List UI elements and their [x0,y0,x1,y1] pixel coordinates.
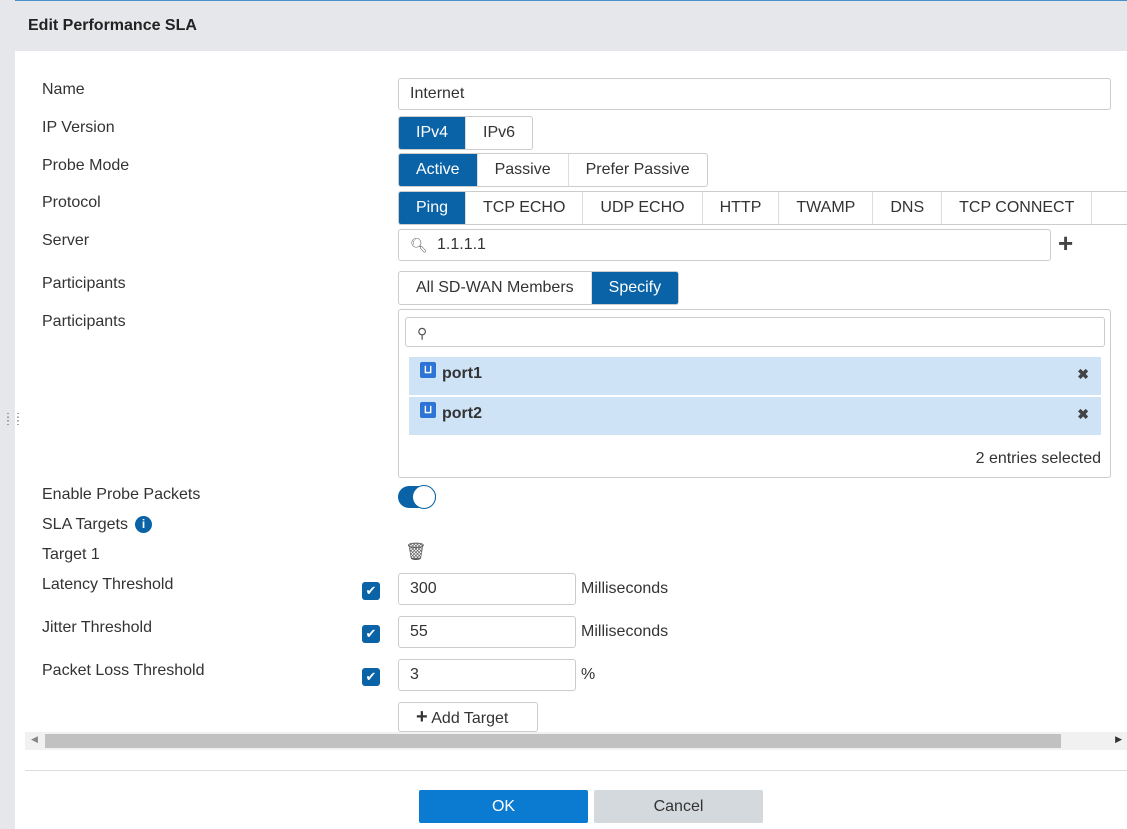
protocol-tcp-connect[interactable]: TCP CONNECT [942,192,1093,224]
protocol-label: Protocol [42,194,101,211]
protocol-tcp-echo[interactable]: TCP ECHO [466,192,584,224]
entries-selected-count: 2 entries selected [975,450,1101,467]
latency-label: Latency Threshold [42,576,174,593]
jitter-checkbox[interactable]: ✔ [362,625,380,643]
participant-name: port1 [442,365,482,382]
protocol-dns[interactable]: DNS [873,192,943,224]
participants-list: ⚲ ⊔ port1 ✖ ⊔ port2 ✖ 2 entries selected [398,309,1111,478]
add-target-button[interactable]: + Add Target [398,702,538,732]
scroll-left-icon[interactable]: ◀ [31,734,38,745]
protocol-toggle: Ping TCP ECHO UDP ECHO HTTP TWAMP DNS TC… [398,191,1127,225]
trash-icon[interactable]: 🗑︎ [405,542,427,562]
jitter-input[interactable]: 55 [398,616,576,648]
footer-divider [25,770,1127,771]
protocol-twamp[interactable]: TWAMP [779,192,874,224]
latency-unit: Milliseconds [581,580,669,597]
participants-specify[interactable]: Specify [591,272,679,304]
name-label: Name [42,81,85,98]
search-icon: ⚲ [417,325,428,341]
side-panel-handle[interactable]: ⋮⋮ ⋮⋮ [0,0,23,829]
server-input[interactable]: 🔍︎ 1.1.1.1 [398,229,1051,261]
scroll-right-icon[interactable]: ▶ [1115,734,1122,745]
probe-mode-active[interactable]: Active [399,154,478,186]
cancel-button[interactable]: Cancel [594,790,763,823]
sla-targets-label: SLA Targets [42,516,128,533]
probe-mode-prefer-passive[interactable]: Prefer Passive [569,154,707,186]
port-icon: ⊔ [420,402,436,418]
participants-search-input[interactable]: ⚲ [405,317,1105,347]
horizontal-scrollbar[interactable]: ◀ ▶ [25,732,1127,750]
drag-grip-icon[interactable]: ⋮⋮ ⋮⋮ [3,413,23,427]
dialog-title: Edit Performance SLA [28,17,197,34]
dialog-header: Edit Performance SLA [15,0,1127,51]
latency-input[interactable]: 300 [398,573,576,605]
enable-probe-toggle[interactable] [398,485,436,509]
participants-all-members[interactable]: All SD-WAN Members [399,272,592,304]
probe-mode-passive[interactable]: Passive [478,154,569,186]
info-icon[interactable]: i [135,516,152,533]
port-icon: ⊔ [420,362,436,378]
participants-mode-label: Participants [42,275,126,292]
scrollbar-thumb[interactable] [45,734,1061,748]
protocol-udp-echo[interactable]: UDP ECHO [583,192,703,224]
participant-item[interactable]: ⊔ port2 ✖ [409,397,1101,435]
search-address-icon: 🔍︎ [410,237,428,253]
ok-button[interactable]: OK [419,790,588,823]
add-target-label: Add Target [431,710,509,727]
ip-version-toggle: IPv4 IPv6 [398,116,534,150]
remove-icon[interactable]: ✖ [1077,397,1089,431]
server-value: 1.1.1.1 [437,236,486,253]
packet-loss-checkbox[interactable]: ✔ [362,668,380,686]
server-label: Server [42,232,90,249]
protocol-ping[interactable]: Ping [399,192,467,224]
ip-version-ipv4[interactable]: IPv4 [399,117,467,149]
participant-item[interactable]: ⊔ port1 ✖ [409,357,1101,395]
enable-probe-label: Enable Probe Packets [42,486,201,503]
packet-loss-unit: % [581,666,596,683]
probe-mode-label: Probe Mode [42,157,130,174]
ip-version-ipv6[interactable]: IPv6 [466,117,532,149]
probe-mode-toggle: Active Passive Prefer Passive [398,153,708,187]
jitter-label: Jitter Threshold [42,619,152,636]
packet-loss-label: Packet Loss Threshold [42,662,205,679]
participants-mode-toggle: All SD-WAN Members Specify [398,271,680,305]
participant-name: port2 [442,405,482,422]
participants-label: Participants [42,313,126,330]
add-server-plus-icon[interactable]: + [1058,228,1073,259]
name-input[interactable]: Internet [398,78,1111,110]
protocol-http[interactable]: HTTP [703,192,780,224]
remove-icon[interactable]: ✖ [1077,357,1089,391]
jitter-unit: Milliseconds [581,623,669,640]
latency-checkbox[interactable]: ✔ [362,582,380,600]
packet-loss-input[interactable]: 3 [398,659,576,691]
ip-version-label: IP Version [42,119,115,136]
plus-icon: + [416,706,428,728]
target-1-label: Target 1 [42,546,100,563]
